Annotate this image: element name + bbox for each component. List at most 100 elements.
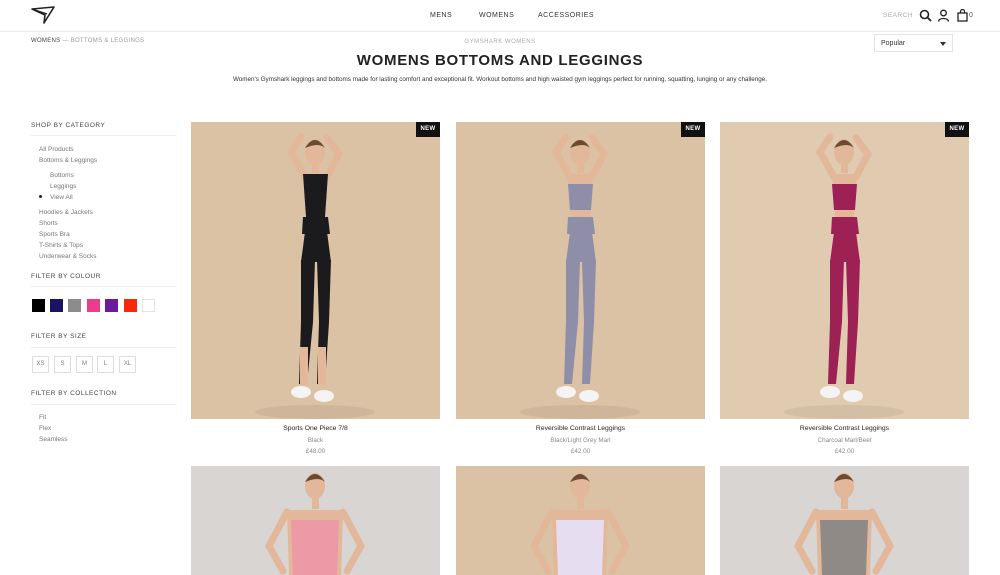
model-hips [830,232,860,262]
search-label[interactable]: SEARCH [883,12,913,19]
category-filter-title: SHOP BY CATEGORY [31,122,106,129]
category-all-products[interactable]: All Products [39,146,74,153]
category-bottoms-leggings[interactable]: Bottoms & Leggings [39,157,97,164]
model-neck [577,497,584,509]
floor-shadow [520,405,640,419]
cart-icon[interactable] [956,9,969,22]
category-tshirts-tops[interactable]: T-Shirts & Tops [39,242,83,249]
right-shoe [843,390,863,402]
sports-bra [832,184,857,210]
colour-swatch-pink[interactable] [87,299,100,312]
model-hips [301,232,331,262]
top-garment [291,520,339,575]
model-neck [312,163,319,173]
size-filter-title: FILTER BY SIZE [31,333,87,340]
category-view-all[interactable]: View All [50,194,73,201]
product-price: £42.00 [570,448,591,455]
category-underwear-socks[interactable]: Underwear & Socks [39,253,96,260]
model-hips [566,232,596,262]
product-image[interactable] [720,122,969,419]
sports-bra [568,184,593,210]
collection-fit[interactable]: Fit [39,414,46,421]
model-waist [567,217,595,234]
colour-swatch-black[interactable] [32,299,45,312]
colour-filter-title: FILTER BY COLOUR [31,273,101,280]
category-sports-bra[interactable]: Sports Bra [39,231,70,238]
product-name[interactable]: Sports One Piece 7/8 [191,425,440,432]
nav-mens[interactable]: MENS [430,12,452,19]
colour-swatch-purple[interactable] [105,299,118,312]
product-name[interactable]: Reversible Contrast Leggings [720,425,969,432]
collection-filter-title: FILTER BY COLLECTION [31,390,117,397]
category-shorts[interactable]: Shorts [39,220,58,227]
product-card[interactable] [456,466,705,575]
colour-swatch-grey[interactable] [68,299,81,312]
product-price: £48.00 [305,448,326,455]
page-description: Women's Gymshark leggings and bottoms ma… [232,76,768,83]
product-price: £42.00 [834,448,855,455]
product-image[interactable] [456,122,705,419]
size-option-xs[interactable]: XS [32,356,49,373]
account-icon[interactable] [937,9,950,22]
model-neck [841,497,848,509]
product-colour: Black/Light Grey Marl [550,437,611,444]
collection-subheading: GYMSHARK WOMENS [464,39,536,45]
model-neck [841,163,848,173]
category-leggings[interactable]: Leggings [50,183,76,190]
product-card[interactable] [191,466,440,575]
product-colour: Black [307,437,324,444]
size-option-l[interactable]: L [97,356,114,373]
right-calf [318,347,326,385]
new-badge: NEW [681,122,705,137]
floor-shadow [255,405,375,419]
cart-count: 0 [969,12,973,19]
product-colour: Charcoal Marl/Beet [817,437,872,444]
sort-select[interactable]: Popular [874,34,953,52]
product-card[interactable]: NEW Reversible Contrast Leggings Black/L… [456,122,705,462]
product-name[interactable]: Reversible Contrast Leggings [456,425,705,432]
divider [31,347,176,348]
colour-swatch-red[interactable] [124,299,137,312]
size-option-s[interactable]: S [54,356,71,373]
colour-swatch-white[interactable] [142,299,155,312]
model-torso [303,174,328,217]
divider [31,404,176,405]
category-bottoms[interactable]: Bottoms [50,172,74,179]
model-neck [577,163,584,173]
product-card[interactable]: NEW Reversible Contrast Leggings Charcoa… [720,122,969,462]
product-image[interactable] [456,466,705,575]
right-shoe [579,390,599,402]
model-waist [302,217,330,234]
model-waist [831,217,859,234]
new-badge: NEW [416,122,440,137]
left-shoe [291,386,311,398]
chevron-down-icon [940,42,946,46]
left-calf [300,347,308,385]
divider [31,135,176,136]
colour-swatch-navy[interactable] [50,299,63,312]
floor-shadow [784,405,904,419]
top-header: MENS WOMENS ACCESSORIES SEARCH 0 [0,0,1000,32]
left-shoe [556,386,576,398]
right-shoe [314,390,334,402]
category-hoodies-jackets[interactable]: Hoodies & Jackets [39,209,93,216]
collection-flex[interactable]: Flex [39,425,51,432]
product-image[interactable] [191,466,440,575]
sort-selected-value: Popular [881,40,906,47]
size-option-m[interactable]: M [76,356,93,373]
product-image[interactable] [720,466,969,575]
new-badge: NEW [945,122,969,137]
nav-womens[interactable]: WOMENS [479,12,514,19]
gymshark-logo-icon[interactable] [30,5,56,25]
product-card[interactable] [720,466,969,575]
product-image[interactable] [191,122,440,419]
search-icon[interactable] [919,9,932,22]
model-neck [312,497,319,509]
page-title: WOMENS BOTTOMS AND LEGGINGS [356,52,644,69]
size-option-xl[interactable]: XL [119,356,136,373]
nav-accessories[interactable]: ACCESSORIES [538,12,594,19]
top-garment [556,520,604,575]
product-card[interactable]: NEW Sports One Piece 7/8 Black £48.00 [191,122,440,462]
divider [31,286,176,287]
collection-seamless[interactable]: Seamless [39,436,68,443]
